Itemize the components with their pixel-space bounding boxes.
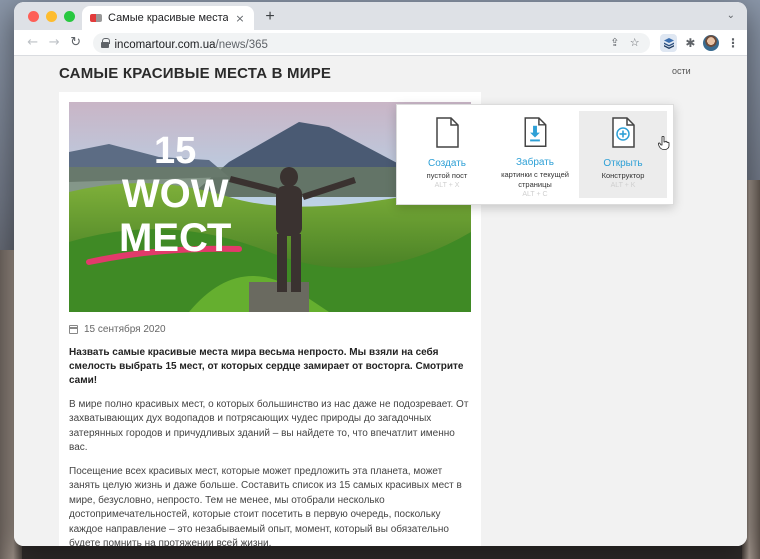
- new-tab-button[interactable]: +: [260, 8, 280, 28]
- sidebar-news-label[interactable]: ости: [672, 66, 691, 76]
- window-controls: [28, 11, 75, 22]
- popup-item-title: Забрать: [515, 157, 555, 169]
- favicon-icon: [90, 14, 102, 22]
- popup-item-title: Создать: [427, 158, 466, 169]
- browser-window: Самые красивые места в мире × + ⌄ ← → ↻ …: [14, 2, 747, 546]
- web-page: САМЫЕ КРАСИВЫЕ МЕСТА В МИРЕ ости 15 WOW …: [14, 56, 747, 546]
- maximize-window-button[interactable]: [64, 11, 75, 22]
- url-path: /news/365: [215, 39, 268, 51]
- lock-icon[interactable]: [100, 37, 110, 48]
- article-paragraph: Посещение всех красивых мест, которые мо…: [69, 466, 462, 546]
- back-button[interactable]: ←: [22, 32, 44, 54]
- hero-line-2: МЕСТ: [119, 216, 232, 260]
- forward-button[interactable]: →: [44, 32, 66, 54]
- url-text[interactable]: incomartour.com.ua/news/365: [115, 33, 268, 52]
- reload-button[interactable]: ↻: [65, 32, 87, 54]
- minimize-window-button[interactable]: [46, 11, 57, 22]
- hero-overlay-text: 15 WOW МЕСТ: [119, 132, 231, 258]
- hero-number: 15: [154, 130, 197, 172]
- tab-active[interactable]: Самые красивые места в мире ×: [82, 6, 254, 30]
- constructor-document-icon: [612, 117, 635, 148]
- popup-item-subtitle: картинки с текущей страницы: [501, 170, 569, 189]
- extension-layers-icon[interactable]: [659, 33, 678, 52]
- browser-menu-icon[interactable]: ⋮: [727, 36, 739, 50]
- profile-avatar[interactable]: [703, 34, 719, 51]
- page-title: САМЫЕ КРАСИВЫЕ МЕСТА В МИРЕ: [59, 65, 332, 82]
- article-date: 15 сентября 2020: [69, 324, 166, 335]
- tab-title: Самые красивые места в мире: [108, 12, 228, 24]
- popup-item-shortcut: ALT + C: [522, 191, 548, 198]
- popup-item-shortcut: ALT + K: [610, 182, 636, 190]
- hand-pointer-cursor-icon: [658, 136, 670, 150]
- tab-close-icon[interactable]: ×: [234, 12, 246, 25]
- popup-item-subtitle: Конструктор: [601, 171, 645, 180]
- popup-item-title: Открыть: [603, 158, 643, 169]
- article-paragraph: В мире полно красивых мест, о которых бо…: [69, 399, 469, 454]
- close-window-button[interactable]: [28, 11, 39, 22]
- url-host: incomartour.com.ua: [114, 39, 216, 51]
- popup-item-shortcut: ALT + X: [434, 182, 460, 190]
- extension-popup: Создать пустой пост ALT + X Забрать карт…: [396, 104, 674, 205]
- download-document-icon: [524, 117, 547, 148]
- blank-document-icon: [436, 117, 459, 148]
- popup-grab-images[interactable]: Забрать картинки с текущей страницы ALT …: [491, 111, 579, 198]
- tab-strip: Самые красивые места в мире × + ⌄: [14, 2, 747, 30]
- date-text: 15 сентября 2020: [84, 324, 166, 335]
- popup-item-subtitle: пустой пост: [426, 171, 468, 180]
- popup-open-constructor[interactable]: Открыть Конструктор ALT + K: [579, 111, 667, 198]
- share-icon[interactable]: ⇪: [608, 36, 622, 49]
- address-bar[interactable]: incomartour.com.ua/news/365 ⇪ ☆: [92, 32, 650, 53]
- popup-create-post[interactable]: Создать пустой пост ALT + X: [403, 111, 491, 198]
- article-lead: Назвать самые красивые места мира весьма…: [69, 347, 464, 386]
- extensions-puzzle-icon[interactable]: ✱: [685, 36, 695, 50]
- hero-line-1: WOW: [121, 172, 229, 216]
- bookmark-star-icon[interactable]: ☆: [628, 36, 642, 49]
- browser-toolbar: ← → ↻ incomartour.com.ua/news/365 ⇪ ☆ ✱ …: [14, 30, 747, 56]
- calendar-icon: [69, 325, 78, 334]
- tab-search-chevron-icon[interactable]: ⌄: [727, 10, 735, 21]
